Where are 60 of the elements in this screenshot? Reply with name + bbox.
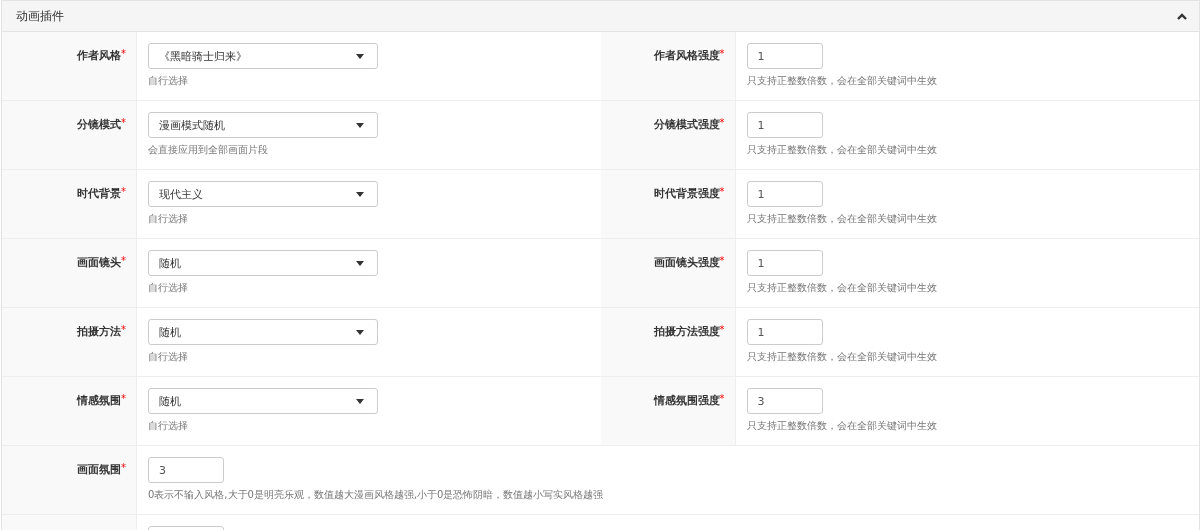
field-label: 分镜模式 [77,118,121,132]
select-field[interactable]: 《黑暗骑士归来》 [148,43,378,69]
help-text: 只支持正整数倍数，会在全部关键词中生效 [746,212,937,226]
required-mark: * [121,118,126,128]
dropdown-caret-icon [356,260,364,266]
panel-title: 动画插件 [16,7,64,25]
select-field[interactable]: 现代主义 [148,181,378,207]
help-text: 自行选择 [148,419,189,433]
help-text: 自行选择 [148,74,189,88]
field-label: 时代背景 [77,187,121,201]
field-label: 情感氛围 [77,394,121,408]
required-mark: * [719,325,725,335]
number-input[interactable]: 3 [148,457,224,483]
number-input[interactable]: 1 [746,112,823,138]
field-label: 画面氛围 [77,463,121,477]
number-input[interactable]: 1 [746,43,823,69]
select-field[interactable]: 随机 [148,250,378,276]
help-text: 会直接应用到全部画面片段 [148,143,269,157]
dropdown-caret-icon [356,122,364,128]
field-label: 画面镜头 [77,256,121,270]
field-label: 情感氛围强度 [653,394,720,408]
number-input[interactable]: 1 [746,250,823,276]
required-mark: * [719,394,725,404]
help-text: 只支持正整数倍数，会在全部关键词中生效 [746,350,937,364]
select-field[interactable]: 随机 [148,319,378,345]
field-label: 拍摄方法强度 [653,325,720,339]
help-text: 只支持正整数倍数，会在全部关键词中生效 [746,74,937,88]
field-label: 分镜模式强度 [653,118,720,132]
number-input[interactable]: 3 [746,388,823,414]
collapse-icon[interactable] [1177,12,1187,20]
required-mark: * [719,118,725,128]
field-label: 画面镜头强度 [653,256,720,270]
dropdown-caret-icon [356,398,364,404]
required-mark: * [121,325,126,335]
required-mark: * [121,463,126,473]
help-text: 自行选择 [148,281,189,295]
field-label: 作者风格 [77,49,121,63]
field-label: 作者风格强度 [653,49,720,63]
required-mark: * [121,394,126,404]
required-mark: * [719,256,725,266]
required-mark: * [719,187,725,197]
dropdown-caret-icon [356,329,364,335]
help-text: 只支持正整数倍数，会在全部关键词中生效 [746,419,937,433]
number-input[interactable]: 1 [746,181,823,207]
number-input[interactable]: 1 [746,319,823,345]
required-mark: * [121,49,126,59]
required-mark: * [121,187,126,197]
help-text: 0表示不输入风格,大于0是明亮乐观，数值越大漫画风格越强,小于0是恐怖阴暗，数值越小写实风格越强 [148,488,604,502]
dropdown-caret-icon [356,53,364,59]
field-label: 拍摄方法 [77,325,121,339]
help-text: 自行选择 [148,212,189,226]
field-label: 时代背景强度 [653,187,720,201]
help-text: 自行选择 [148,350,189,364]
help-text: 只支持正整数倍数，会在全部关键词中生效 [746,143,937,157]
required-mark: * [121,256,126,266]
select-field[interactable]: 漫画模式随机 [148,112,378,138]
help-text: 只支持正整数倍数，会在全部关键词中生效 [746,281,937,295]
required-mark: * [719,49,725,59]
dropdown-caret-icon [356,191,364,197]
select-field[interactable]: 随机 [148,388,378,414]
